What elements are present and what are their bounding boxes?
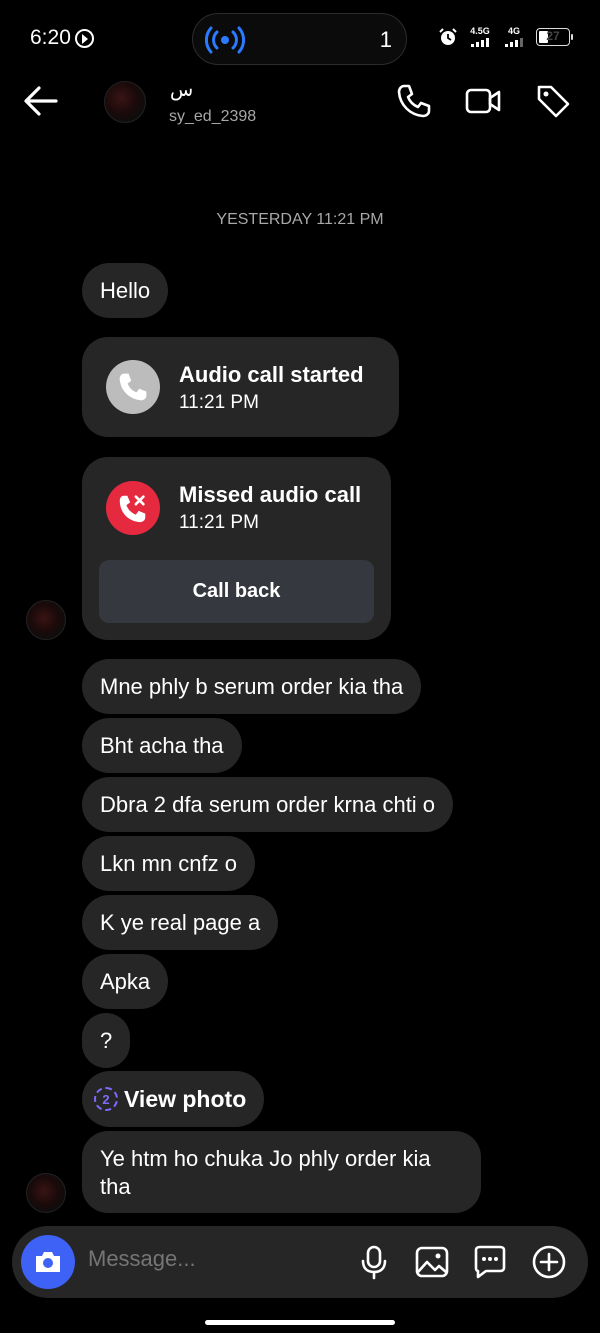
home-indicator[interactable] xyxy=(205,1320,395,1325)
dnd-icon xyxy=(74,28,94,48)
call-started-time: 11:21 PM xyxy=(179,392,259,413)
message-bubble[interactable]: ? xyxy=(82,1013,131,1068)
sender-avatar[interactable] xyxy=(26,1173,66,1213)
message-bubble[interactable]: Lkn mn cnfz o xyxy=(82,836,255,891)
camera-button[interactable] xyxy=(21,1235,75,1289)
call-started-card[interactable]: Audio call started 11:21 PM xyxy=(82,337,399,437)
phone-call-icon xyxy=(106,360,160,414)
missed-call-icon xyxy=(106,481,160,535)
view-photo-label: View photo xyxy=(124,1085,247,1112)
message-bubble[interactable]: Bht acha tha xyxy=(82,718,242,773)
status-bar: 6:20 1 4.5G 4G 27 xyxy=(0,0,600,78)
signal-icon-2: 4G xyxy=(502,27,526,47)
call-back-button[interactable]: Call back xyxy=(99,560,374,623)
contact-name[interactable]: س xyxy=(170,79,193,102)
broadcast-icon xyxy=(205,26,245,54)
view-once-icon: 2 xyxy=(94,1087,118,1111)
message-bubble[interactable]: K ye real page a xyxy=(82,895,279,950)
phone-icon[interactable] xyxy=(396,83,432,119)
message-bubble[interactable]: Hello xyxy=(82,263,169,318)
signal-2-label: 4G xyxy=(507,26,520,36)
back-arrow-icon[interactable] xyxy=(22,83,60,119)
call-started-title: Audio call started xyxy=(179,362,364,387)
video-call-icon[interactable] xyxy=(465,83,501,119)
battery-icon: 27 xyxy=(536,28,573,46)
message-bubble[interactable]: Ye htm ho chuka Jo phly order kia tha xyxy=(82,1131,481,1213)
message-composer xyxy=(12,1226,588,1298)
message-text: Hello xyxy=(100,277,151,303)
contact-avatar[interactable] xyxy=(104,81,146,123)
message-text: Ye htm ho chuka Jo phly order kia tha xyxy=(100,1146,431,1199)
tag-icon[interactable] xyxy=(535,83,571,119)
sender-avatar[interactable] xyxy=(26,600,66,640)
battery-level: 27 xyxy=(546,29,560,43)
gallery-icon[interactable] xyxy=(414,1244,450,1280)
message-text: Bht acha tha xyxy=(100,732,224,758)
alarm-icon xyxy=(439,28,457,45)
message-text: Dbra 2 dfa serum order krna chti o xyxy=(100,791,436,817)
view-photo-button[interactable]: 2 View photo xyxy=(82,1071,265,1127)
dynamic-island[interactable]: 1 xyxy=(192,13,407,65)
day-separator: YESTERDAY 11:21 PM xyxy=(216,211,384,228)
chat-header: س sy_ed_2398 xyxy=(0,75,600,135)
message-bubble[interactable]: Dbra 2 dfa serum order krna chti o xyxy=(82,777,454,832)
message-text: Apka xyxy=(100,968,151,994)
status-time: 6:20 xyxy=(30,26,94,50)
sticker-icon[interactable] xyxy=(472,1244,508,1280)
message-text: K ye real page a xyxy=(100,909,261,935)
message-input[interactable] xyxy=(88,1246,328,1272)
signal-icon-1: 4.5G xyxy=(468,27,492,47)
message-text: ? xyxy=(100,1027,113,1053)
clock-text: 6:20 xyxy=(30,26,71,49)
system-icons: 4.5G 4G 27 xyxy=(438,27,573,47)
contact-username[interactable]: sy_ed_2398 xyxy=(169,108,256,126)
missed-call-card: Missed audio call 11:21 PM Call back xyxy=(82,457,391,640)
camera-icon xyxy=(36,1252,60,1272)
missed-call-title: Missed audio call xyxy=(179,482,362,507)
missed-call-time: 11:21 PM xyxy=(179,512,259,533)
message-text: Mne phly b serum order kia tha xyxy=(100,673,404,699)
message-bubble[interactable]: Apka xyxy=(82,954,169,1009)
island-count: 1 xyxy=(379,27,392,52)
add-icon[interactable] xyxy=(531,1244,567,1280)
message-bubble[interactable]: Mne phly b serum order kia tha xyxy=(82,659,422,714)
signal-1-label: 4.5G xyxy=(470,26,490,36)
message-text: Lkn mn cnfz o xyxy=(100,850,237,876)
microphone-icon[interactable] xyxy=(356,1244,392,1280)
